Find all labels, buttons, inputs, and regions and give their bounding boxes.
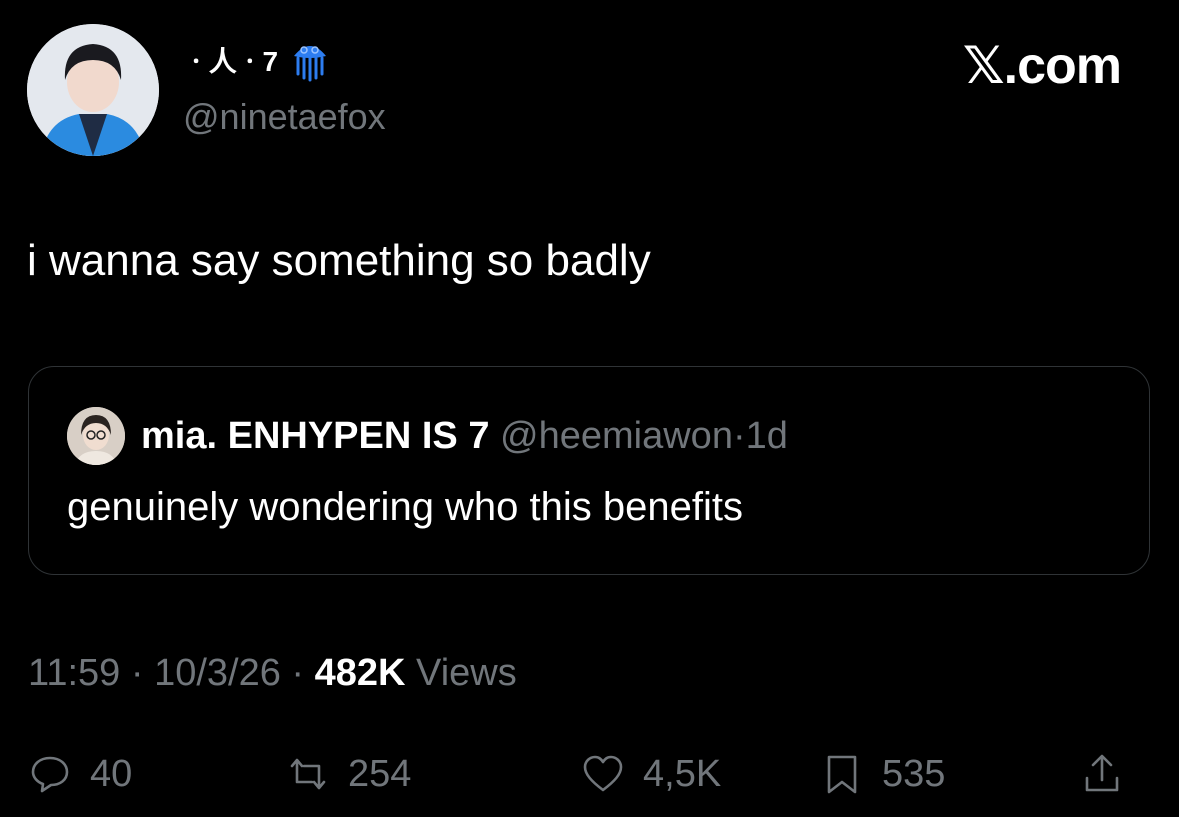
share-icon — [1085, 754, 1119, 792]
quoted-text: genuinely wondering who this benefits — [67, 485, 743, 529]
share-button[interactable] — [1080, 752, 1124, 796]
bookmark-button[interactable]: 535 — [820, 752, 945, 796]
bookmark-icon — [827, 755, 857, 794]
tweet-text: i wanna say something so badly — [27, 236, 651, 285]
author-handle[interactable]: @ninetaefox — [183, 96, 386, 138]
quoted-tweet[interactable]: mia. ENHYPEN IS 7 @heemiawon·1d genuinel… — [28, 366, 1150, 575]
meta-separator: · — [120, 652, 155, 694]
quoted-handle[interactable]: @heemiawon — [500, 415, 733, 457]
jellyfish-icon — [294, 46, 327, 82]
repost-icon — [290, 758, 326, 790]
display-name-text: ㆍ人ㆍ7 — [183, 46, 279, 77]
views-count: 482K — [314, 652, 406, 694]
author-avatar[interactable] — [27, 24, 159, 156]
quoted-header: mia. ENHYPEN IS 7 @heemiawon·1d — [141, 415, 788, 458]
quoted-separator: · — [732, 415, 746, 457]
meta-separator: · — [280, 652, 315, 694]
tweet-time[interactable]: 11:59 — [28, 652, 120, 694]
tweet-date[interactable]: 10/3/26 — [154, 652, 281, 694]
quoted-avatar — [67, 407, 125, 465]
reply-button[interactable]: 40 — [28, 752, 132, 796]
like-count: 4,5K — [643, 752, 722, 795]
action-bar: 40 254 4,5K 535 — [28, 752, 1148, 802]
quoted-name[interactable]: mia. ENHYPEN IS 7 — [141, 415, 489, 457]
repost-count: 254 — [348, 752, 412, 795]
views-label: Views — [405, 652, 517, 694]
like-button[interactable]: 4,5K — [581, 752, 721, 796]
author-display-name[interactable]: ㆍ人ㆍ7 — [183, 38, 332, 82]
repost-button[interactable]: 254 — [286, 752, 411, 796]
reply-icon — [31, 756, 69, 793]
bookmark-count: 535 — [882, 752, 946, 795]
quoted-age: 1d — [745, 415, 788, 457]
reply-count: 40 — [90, 752, 133, 795]
brand-logo: 𝕏.com — [962, 37, 1122, 95]
tweet-meta: 11:59 · 10/3/26 · 482K Views — [28, 652, 517, 695]
heart-icon — [583, 755, 623, 792]
